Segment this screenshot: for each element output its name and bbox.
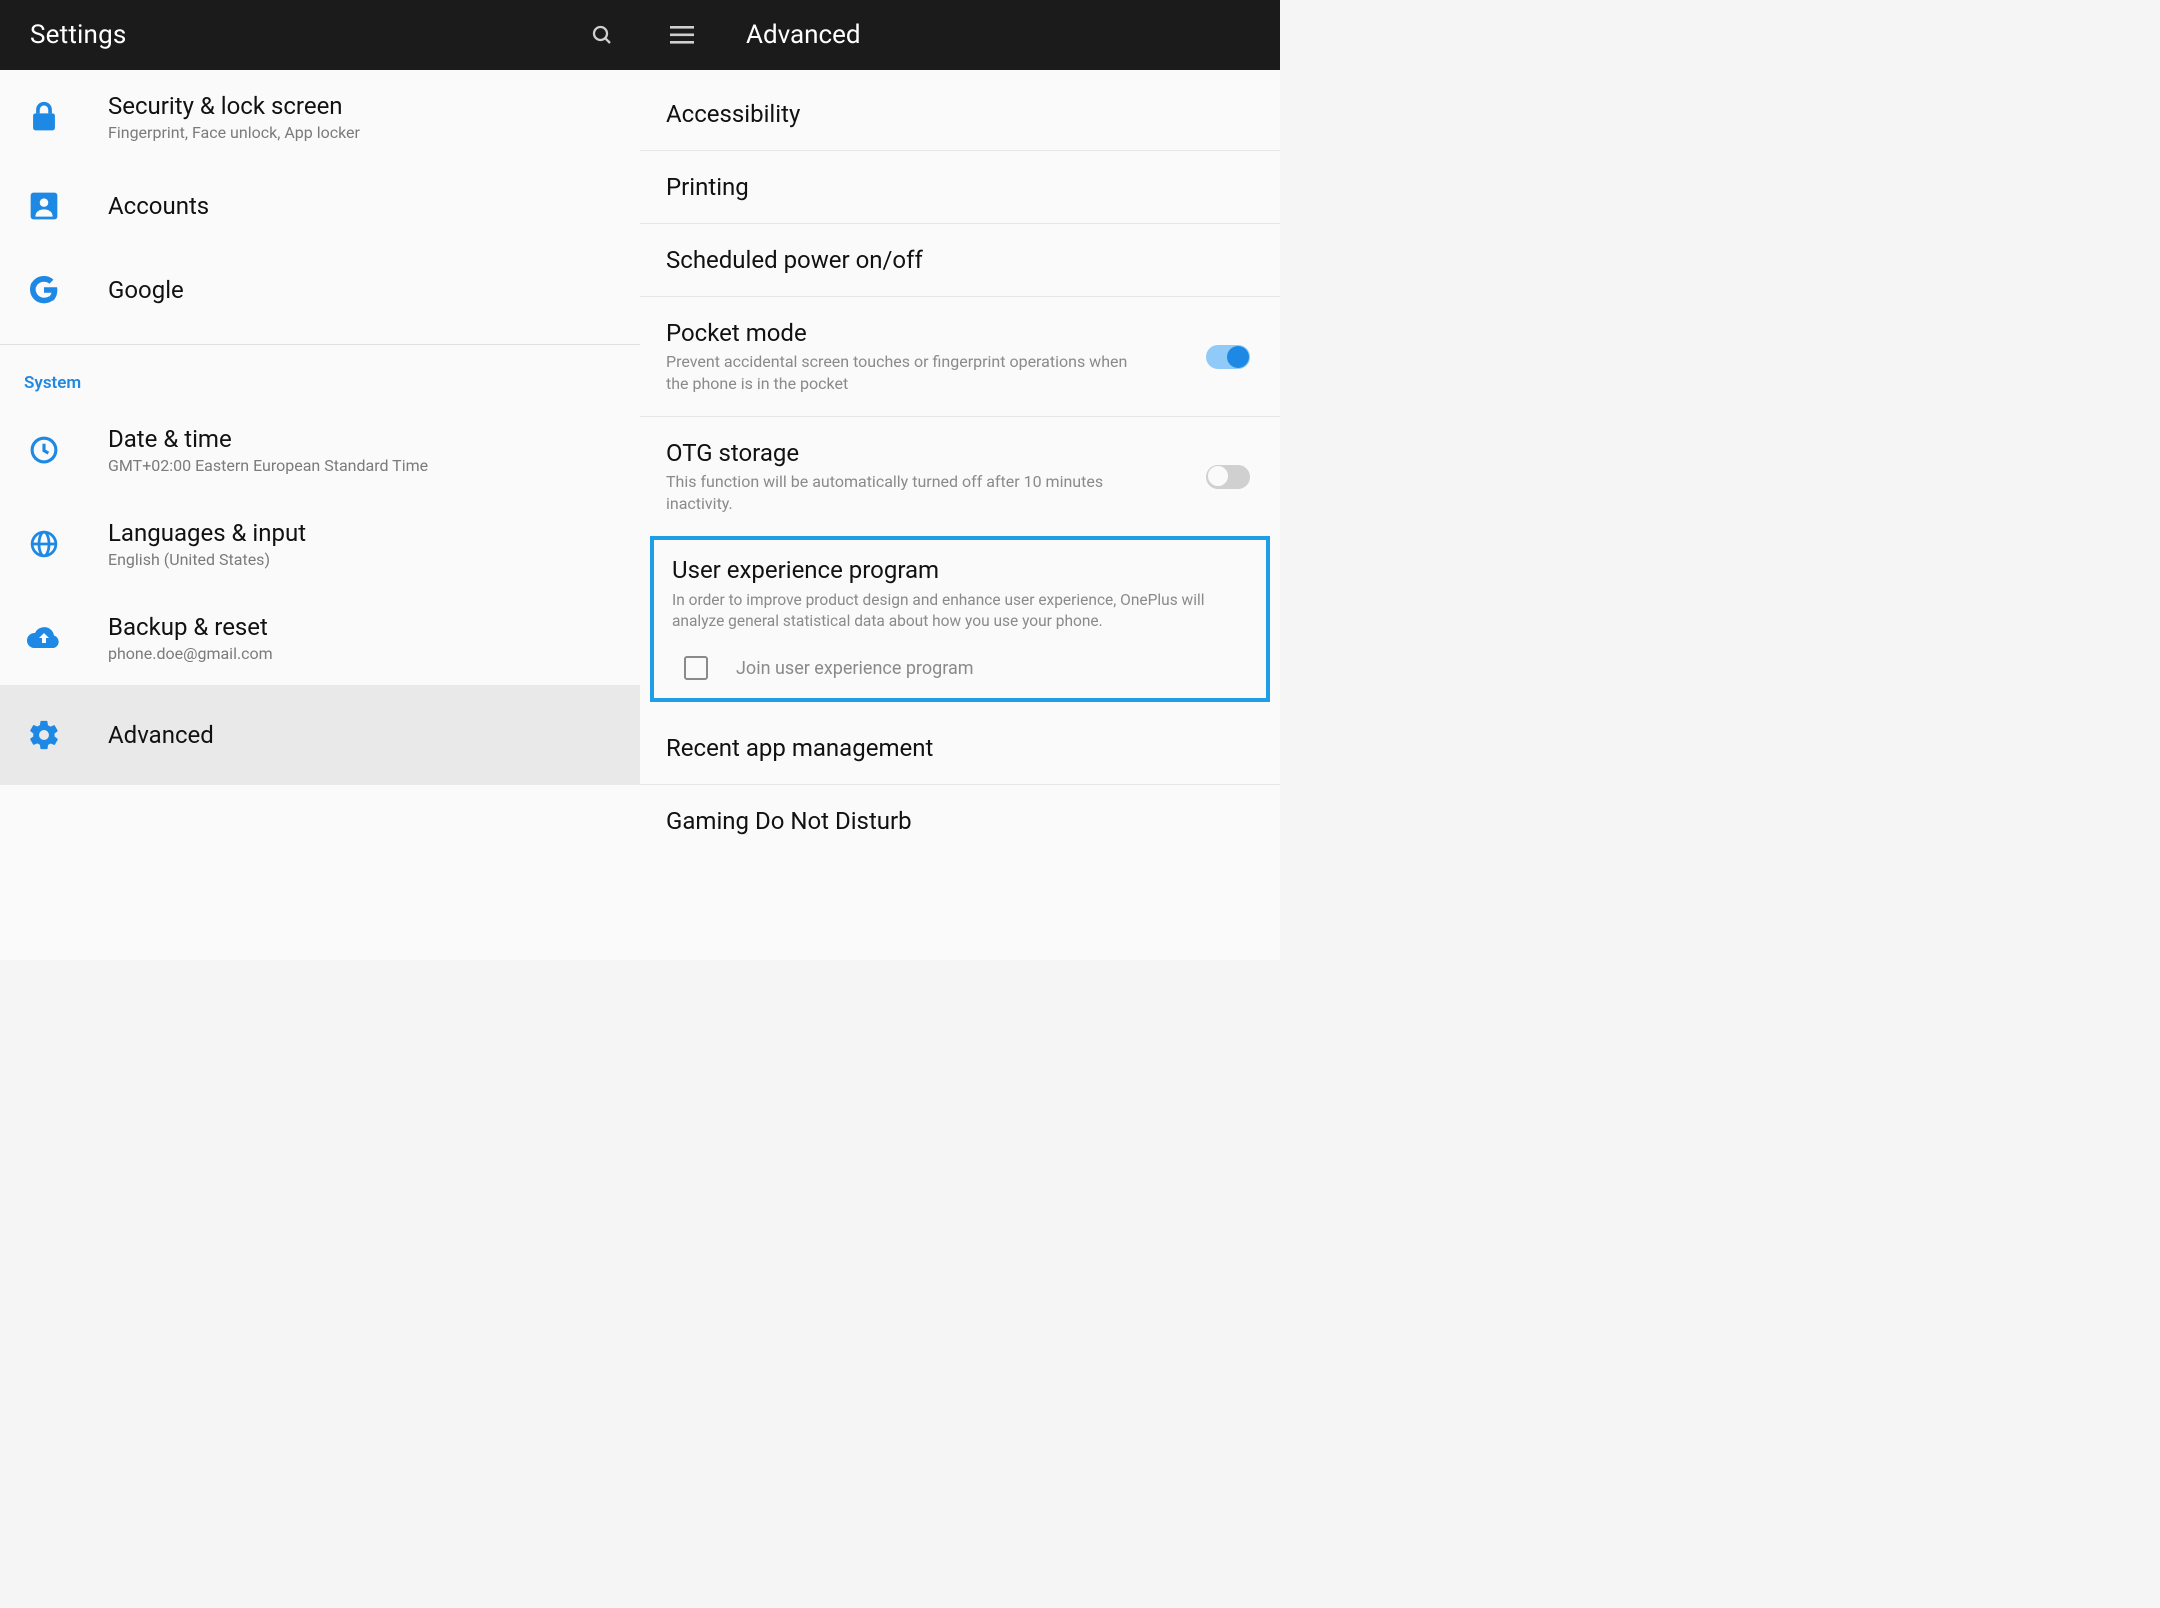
advanced-item-title: Gaming Do Not Disturb [666,807,1250,835]
advanced-item-gaming-dnd[interactable]: Gaming Do Not Disturb [640,785,1280,845]
clock-icon [29,435,59,465]
advanced-item-scheduled-power[interactable]: Scheduled power on/off [640,224,1280,297]
app-bar: Settings Advanced [0,0,1280,70]
section-header-system: System [0,345,640,403]
settings-item-title: Date & time [108,425,620,453]
uep-checkbox-label: Join user experience program [736,658,974,679]
advanced-item-printing[interactable]: Printing [640,151,1280,224]
advanced-item-subtitle: Prevent accidental screen touches or fin… [666,351,1146,394]
settings-item-subtitle: GMT+02:00 Eastern European Standard Time [108,456,620,475]
advanced-settings-list: Accessibility Printing Scheduled power o… [640,70,1280,960]
settings-item-title: Security & lock screen [108,92,620,120]
settings-item-subtitle: phone.doe@gmail.com [108,644,620,663]
settings-item-date-time[interactable]: Date & time GMT+02:00 Eastern European S… [0,403,640,497]
globe-icon [29,529,59,559]
page-title-advanced: Advanced [746,20,861,50]
uep-checkbox[interactable] [684,656,708,680]
user-experience-program-box: User experience program In order to impr… [650,536,1270,702]
gear-icon [27,718,61,752]
advanced-item-otg-storage[interactable]: OTG storage This function will be automa… [640,417,1280,536]
cloud-upload-icon [26,625,62,651]
settings-item-security[interactable]: Security & lock screen Fingerprint, Face… [0,70,640,164]
search-icon [590,23,614,47]
settings-item-title: Backup & reset [108,613,620,641]
uep-subtitle: In order to improve product design and e… [672,590,1248,632]
advanced-item-title: Recent app management [666,734,1250,762]
settings-item-google[interactable]: Google [0,248,640,332]
otg-storage-toggle[interactable] [1206,465,1250,489]
settings-item-advanced[interactable]: Advanced [0,685,640,785]
settings-item-title: Languages & input [108,519,620,547]
app-bar-left: Settings [0,20,640,50]
advanced-item-accessibility[interactable]: Accessibility [640,78,1280,151]
settings-item-backup[interactable]: Backup & reset phone.doe@gmail.com [0,591,640,685]
google-g-icon [28,274,60,306]
settings-item-title: Accounts [108,192,620,220]
advanced-item-title: Accessibility [666,100,1250,128]
advanced-item-subtitle: This function will be automatically turn… [666,471,1146,514]
pocket-mode-toggle[interactable] [1206,345,1250,369]
settings-item-title: Google [108,276,620,304]
menu-button[interactable] [670,23,694,47]
advanced-item-pocket-mode[interactable]: Pocket mode Prevent accidental screen to… [640,297,1280,417]
settings-list: Security & lock screen Fingerprint, Face… [0,70,640,960]
hamburger-icon [670,26,694,44]
settings-item-subtitle: Fingerprint, Face unlock, App locker [108,123,620,142]
person-icon [28,190,60,222]
advanced-item-title: OTG storage [666,439,1186,467]
settings-item-accounts[interactable]: Accounts [0,164,640,248]
advanced-item-recent-app-management[interactable]: Recent app management [640,712,1280,785]
advanced-item-title: Pocket mode [666,319,1186,347]
settings-item-title: Advanced [108,721,620,749]
advanced-item-title: Scheduled power on/off [666,246,1250,274]
page-title-settings: Settings [30,20,127,50]
search-button[interactable] [590,23,614,47]
lock-icon [29,100,59,134]
uep-title: User experience program [672,556,1248,584]
uep-checkbox-row[interactable]: Join user experience program [672,656,1248,680]
settings-item-subtitle: English (United States) [108,550,620,569]
settings-item-languages[interactable]: Languages & input English (United States… [0,497,640,591]
app-bar-right: Advanced [640,20,1280,50]
advanced-item-title: Printing [666,173,1250,201]
